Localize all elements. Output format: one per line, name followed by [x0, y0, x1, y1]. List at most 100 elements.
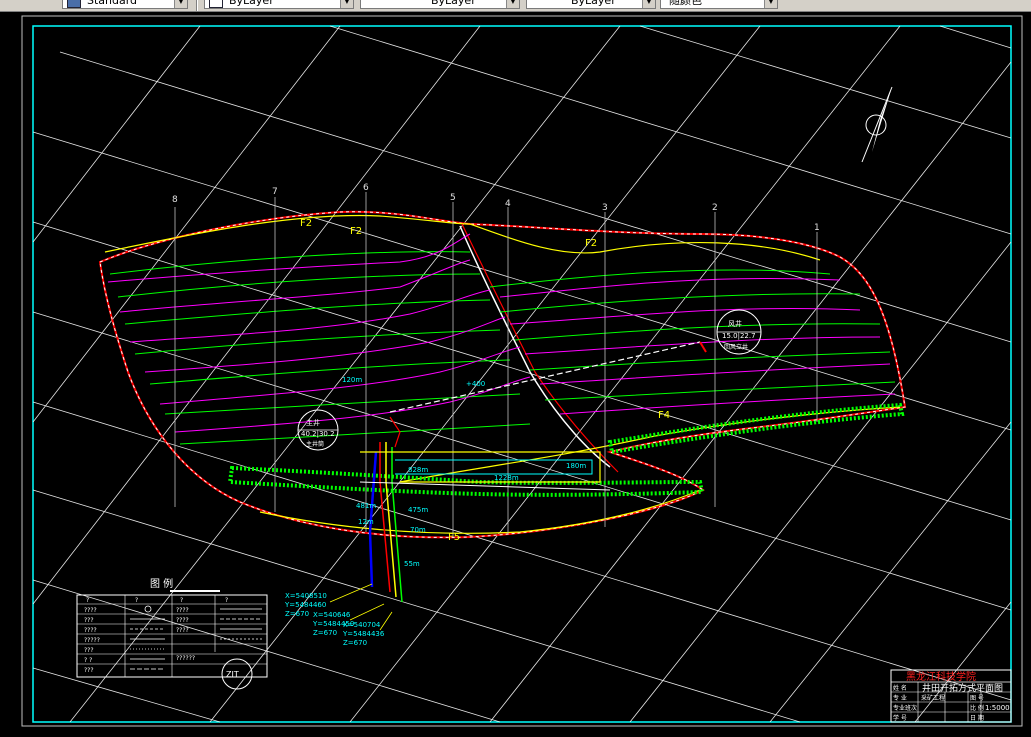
roadway-annotations: +400 120m 828m 1228m 180m 481m 12m 475m … [342, 376, 586, 568]
line-label-7: 7 [272, 187, 278, 197]
legend-cell: ????? [84, 637, 100, 644]
school-logo-text: ZIT [226, 670, 239, 679]
fault-f2 [104, 214, 821, 261]
chevron-down-icon[interactable]: ▼ [764, 0, 777, 8]
coal-pillar-east [607, 402, 905, 455]
legend-cell: ?????? [176, 655, 195, 662]
title-scale-value: 1:5000 [985, 704, 1010, 712]
north-arrow-icon [861, 86, 893, 163]
shaft-circle-vent: 风井 15.0|22.7 回风立井 [716, 309, 762, 355]
fault-label-f2c: F2 [585, 238, 597, 249]
title-label-number: 图 号 [970, 695, 984, 702]
title-label-major: 专 业 [893, 694, 907, 702]
legend-cell: ??? [84, 667, 94, 674]
chevron-down-icon[interactable]: ▼ [340, 0, 353, 8]
annotation-12m: 12m [358, 518, 374, 526]
line-label-5: 5 [450, 193, 456, 203]
title-label-id: 学 号 [893, 714, 907, 722]
title-drawing-name: 井田开拓方式平面图 [922, 682, 1003, 694]
autocad-window: Standard ▼ ByLayer ▼ ByLayer ▼ ByLayer ▼… [0, 0, 1031, 737]
legend-cell: ? [225, 597, 228, 604]
color-value: 随颜色 [669, 0, 702, 7]
chevron-down-icon[interactable]: ▼ [174, 0, 187, 8]
coord-c-z: Z=670 [343, 639, 367, 647]
layer-combo[interactable]: ByLayer ▼ [204, 0, 354, 9]
shaft-main-mid: 40.2|30.2 [301, 430, 335, 438]
coord-b-z: Z=670 [313, 629, 337, 637]
chevron-down-icon[interactable]: ▼ [506, 0, 519, 8]
coord-c-x: X=540704 [343, 621, 381, 629]
coord-c-y: Y=5484436 [342, 630, 385, 638]
legend-title: 图 例 [150, 577, 173, 590]
layer-color-icon [209, 0, 223, 8]
line-label-1: 1 [814, 223, 820, 233]
line-label-6: 6 [363, 183, 369, 193]
fault-label-f2b: F2 [350, 226, 362, 237]
line-label-2: 2 [712, 203, 718, 213]
layer-value: ByLayer [229, 0, 274, 7]
fault-label-f2a: F2 [300, 218, 312, 229]
fault-boundary-cross [459, 225, 611, 468]
fault-label-f5: F5 [448, 532, 460, 543]
color-combo[interactable]: 随颜色 ▼ [660, 0, 778, 9]
annotation-120m: 120m [342, 376, 362, 384]
legend-cell: ? [86, 597, 89, 604]
line-label-8: 8 [172, 195, 178, 205]
line-label-3: 3 [602, 203, 608, 213]
fault-label-f4: F4 [658, 410, 670, 421]
text-style-combo[interactable]: Standard ▼ [62, 0, 188, 9]
fault-cross-red [461, 223, 619, 473]
annotation-level: +400 [466, 380, 485, 388]
shaft-vent-mid: 15.0|22.7 [722, 332, 756, 340]
annotation-481m: 481m [356, 502, 376, 510]
coord-a-y: Y=5484460 [284, 601, 326, 609]
title-school: 黑龙江科技学院 [906, 670, 976, 683]
annotation-70m: 70m [410, 526, 426, 534]
coord-a-z: Z=670 [285, 610, 309, 618]
linetype-combo[interactable]: ByLayer ▼ [360, 0, 520, 9]
drawing-canvas[interactable]: 8 7 6 5 4 3 2 1 F2 F2 F4 F5 F2 主井 40.2|3… [0, 12, 1031, 737]
title-major-value: 采矿工程 [921, 694, 945, 702]
legend-cell: ???? [176, 607, 189, 614]
annotation-1228m: 1228m [494, 474, 519, 482]
shaft-vent-bottom: 回风立井 [724, 343, 748, 351]
legend-cell: ???? [84, 607, 97, 614]
linetype-value: ByLayer [431, 0, 476, 7]
legend-cell: ??? [84, 647, 94, 654]
mine-boundary [98, 210, 907, 539]
title-label-class: 专业班次 [893, 704, 917, 712]
title-label-date: 日 期 [970, 714, 984, 722]
annotation-180m: 180m [566, 462, 586, 470]
text-style-icon [67, 0, 81, 8]
annotation-55m: 55m [404, 560, 420, 568]
shaft-main-top: 主井 [306, 418, 320, 427]
lineweight-value: ByLayer [571, 0, 616, 7]
title-block: 黑龙江科技学院 井田开拓方式平面图 姓 名 专 业 专业班次 学 号 采矿工程 … [890, 669, 1012, 723]
legend-cell: ???? [176, 617, 189, 624]
legend-cell: ???? [176, 627, 189, 634]
mine-boundary-dashed [99, 211, 906, 538]
shaft-circle-main: 主井 40.2|30.2 主井筒 [297, 409, 339, 451]
legend-cell: ? ? [84, 657, 92, 664]
seam-contours-magenta [107, 233, 896, 433]
legend-cell: ? [180, 597, 183, 604]
chevron-down-icon[interactable]: ▼ [642, 0, 655, 8]
shaft-vent-top: 风井 [728, 319, 742, 328]
title-label-name: 姓 名 [893, 684, 907, 692]
toolbar-separator [196, 0, 198, 11]
shaft-main-bottom: 主井筒 [306, 440, 324, 448]
line-label-4: 4 [505, 199, 511, 209]
properties-toolbar: Standard ▼ ByLayer ▼ ByLayer ▼ ByLayer ▼… [0, 0, 1031, 12]
title-label-scale: 比 例 [970, 704, 984, 712]
coord-b-x: X=540646 [313, 611, 351, 619]
legend-cell: ???? [84, 627, 97, 634]
annotation-828m: 828m [408, 466, 428, 474]
drawing-svg[interactable]: 8 7 6 5 4 3 2 1 F2 F2 F4 F5 F2 主井 40.2|3… [0, 12, 1031, 737]
lineweight-combo[interactable]: ByLayer ▼ [526, 0, 656, 9]
legend: 图 例 ? ? ? ? ???? ???? ??? ???? ???? ????… [76, 577, 268, 690]
legend-cell: ? [135, 597, 138, 604]
legend-cell: ??? [84, 617, 94, 624]
coord-a-x: X=5408510 [285, 592, 327, 600]
annotation-475m: 475m [408, 506, 428, 514]
text-style-value: Standard [87, 0, 138, 7]
